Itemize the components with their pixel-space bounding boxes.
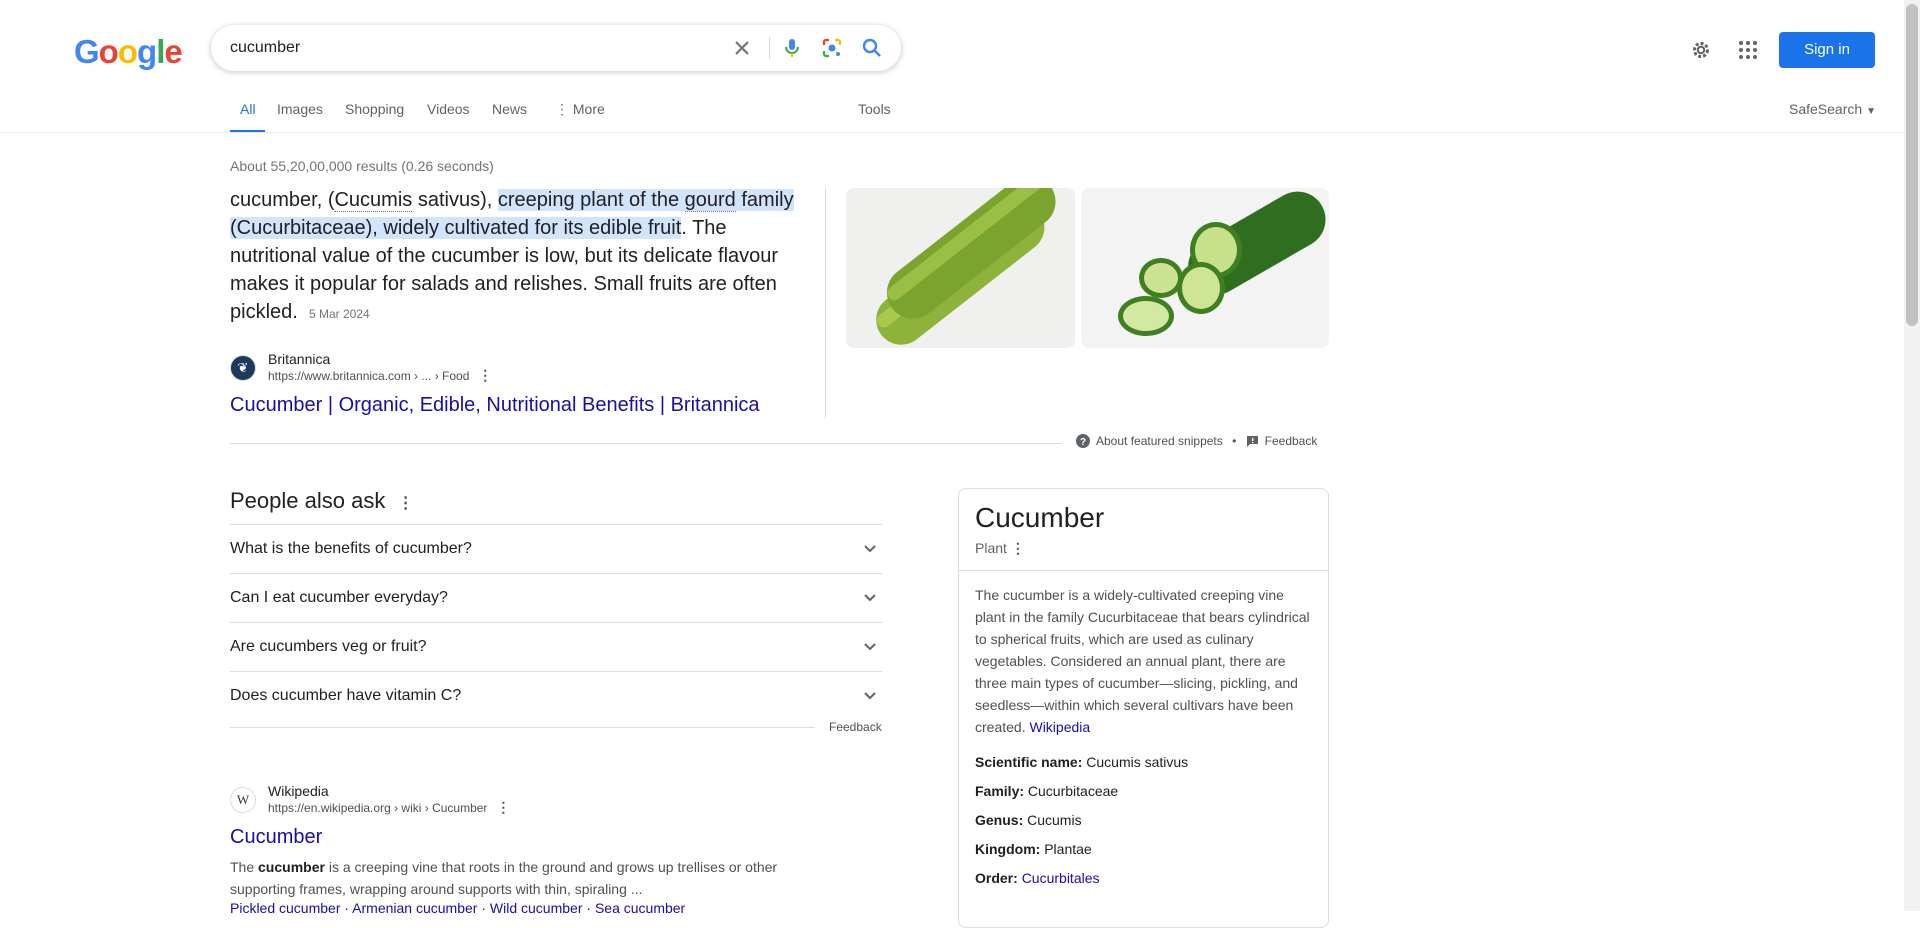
feedback-icon: [1246, 435, 1258, 447]
microphone-icon[interactable]: [780, 36, 804, 60]
snippet-footer: ? About featured snippets • Feedback: [1062, 434, 1318, 448]
snippet-date: 5 Mar 2024: [308, 307, 370, 321]
fact-genus: Genus: Cucumis: [975, 812, 1082, 828]
kebab-icon[interactable]: ⋮: [478, 367, 492, 383]
order-link[interactable]: Cucurbitales: [1022, 870, 1100, 886]
about-featured-snippets-link[interactable]: About featured snippets: [1096, 434, 1223, 448]
search-divider: [769, 37, 770, 59]
fact-scientific-name: Scientific name: Cucumis sativus: [975, 754, 1189, 770]
snippet-footer-divider: [230, 443, 1062, 444]
knowledge-panel-subtitle: Plant ⋮: [975, 540, 1025, 556]
snippet-result-title[interactable]: Cucumber | Organic, Edible, Nutritional …: [230, 394, 760, 417]
paa-question-2[interactable]: Can I eat cucumber everyday?: [230, 573, 882, 622]
knowledge-panel-divider: [959, 570, 1328, 571]
paa-question-1[interactable]: What is the benefits of cucumber?: [230, 524, 882, 573]
sitelink-armenian-cucumber[interactable]: Armenian cucumber: [352, 900, 477, 916]
sitelink-wild-cucumber[interactable]: Wild cucumber: [490, 900, 583, 916]
snippet-feedback-link[interactable]: Feedback: [1265, 434, 1318, 448]
tools-button[interactable]: Tools: [858, 101, 891, 117]
wikipedia-source[interactable]: W Wikipedia https://en.wikipedia.org › w…: [230, 783, 510, 817]
cucumber-image-whole[interactable]: [846, 188, 1075, 348]
apps-icon[interactable]: [1736, 38, 1760, 62]
sitelink-pickled-cucumber[interactable]: Pickled cucumber: [230, 900, 341, 916]
britannica-favicon: ❦: [230, 355, 256, 381]
tab-news[interactable]: News: [492, 101, 527, 117]
sitelink-sea-cucumber[interactable]: Sea cucumber: [595, 900, 685, 916]
paa-question-3[interactable]: Are cucumbers veg or fruit?: [230, 622, 882, 671]
lens-icon[interactable]: [820, 36, 844, 60]
tab-all[interactable]: All: [240, 101, 256, 117]
wikipedia-result-title[interactable]: Cucumber: [230, 826, 322, 849]
snippet-divider: [825, 188, 826, 418]
chevron-down-icon: [864, 545, 876, 553]
kebab-icon[interactable]: ⋮: [398, 495, 414, 512]
search-icon[interactable]: [860, 36, 884, 60]
safesearch-dropdown[interactable]: SafeSearch ▼: [1789, 101, 1876, 117]
featured-snippet-text: cucumber, (Cucumis sativus), creeping pl…: [230, 189, 794, 323]
wikipedia-link[interactable]: Wikipedia: [1029, 719, 1090, 735]
cucumber-image-sliced[interactable]: [1081, 188, 1329, 348]
fact-family: Family: Cucurbitaceae: [975, 783, 1119, 799]
chevron-down-icon: [864, 594, 876, 602]
kebab-icon: ⋮: [555, 101, 573, 117]
search-box[interactable]: cucumber: [211, 25, 901, 71]
tab-images[interactable]: Images: [277, 101, 323, 117]
scrollbar-thumb[interactable]: [1906, 4, 1918, 326]
paa-footer-divider: [230, 727, 815, 728]
snippet-source[interactable]: ❦ Britannica https://www.britannica.com …: [230, 351, 492, 385]
wikipedia-favicon: W: [230, 787, 256, 813]
kebab-icon[interactable]: ⋮: [1011, 540, 1025, 556]
wikipedia-result-description: The cucumber is a creeping vine that roo…: [230, 859, 778, 897]
wikipedia-sitelinks: Pickled cucumber · Armenian cucumber · W…: [230, 900, 686, 916]
knowledge-panel: Cucumber Plant ⋮ The cucumber is a widel…: [958, 488, 1329, 928]
tab-videos[interactable]: Videos: [427, 101, 470, 117]
knowledge-panel-description: The cucumber is a widely-cultivated cree…: [975, 587, 1310, 735]
tabs-divider: [0, 132, 1904, 133]
paa-question-4[interactable]: Does cucumber have vitamin C?: [230, 671, 882, 720]
tab-shopping[interactable]: Shopping: [345, 101, 404, 117]
separator-dot: •: [1228, 434, 1240, 448]
svg-text:?: ?: [1080, 437, 1086, 448]
people-also-ask-title: People also ask ⋮: [230, 488, 414, 513]
caret-down-icon: ▼: [1866, 106, 1876, 117]
google-logo[interactable]: Google: [74, 33, 183, 71]
chevron-down-icon: [864, 643, 876, 651]
tab-more[interactable]: ⋮ More: [555, 101, 605, 118]
help-icon: ?: [1076, 434, 1090, 448]
result-stats: About 55,20,00,000 results (0.26 seconds…: [230, 158, 494, 174]
fact-order: Order: Cucurbitales: [975, 870, 1100, 886]
sign-in-button[interactable]: Sign in: [1779, 32, 1875, 68]
gear-icon[interactable]: [1689, 38, 1713, 62]
knowledge-panel-title: Cucumber: [975, 502, 1105, 533]
search-input[interactable]: cucumber: [230, 39, 300, 57]
chevron-down-icon: [864, 692, 876, 700]
kebab-icon[interactable]: ⋮: [496, 799, 510, 815]
paa-feedback-link[interactable]: Feedback: [829, 720, 882, 734]
clear-icon[interactable]: [730, 36, 754, 60]
fact-kingdom: Kingdom: Plantae: [975, 841, 1092, 857]
